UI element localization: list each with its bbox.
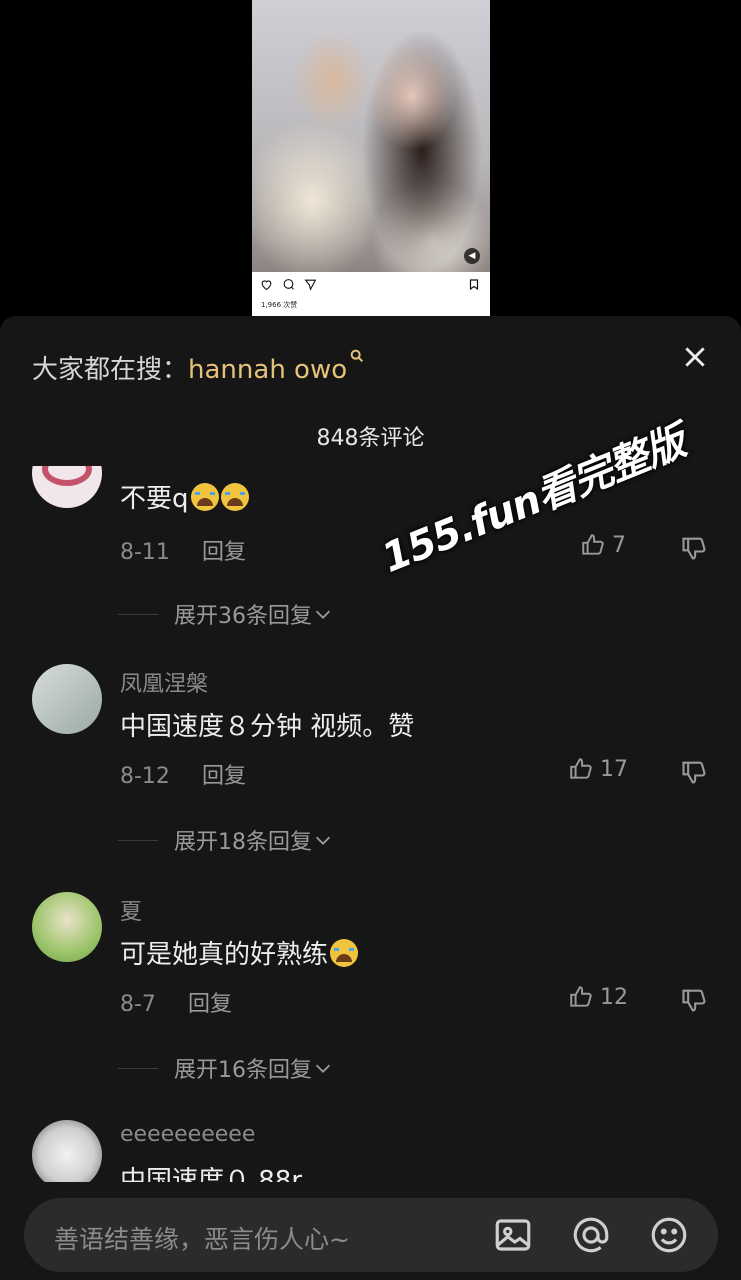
reply-button[interactable]: 回复 [202,540,246,565]
post-actions [260,278,317,291]
search-prefix: 大家都在搜： [32,355,189,385]
comment-input[interactable]: 善语结善缘，恶言伤人心~ [54,1220,350,1256]
sound-icon[interactable]: ◀ [464,248,480,264]
video-preview[interactable]: ◀ 1,966 次赞 [252,0,490,316]
comment-meta: 8-11 回复 [120,534,246,566]
comments-sheet: 大家都在搜：hannah owo 848条评论 不要q 8-11 回复 7 展开3… [0,316,741,1280]
video-frame[interactable] [252,0,490,272]
comment-date: 8-11 [120,540,170,565]
comment-username[interactable]: 凤凰涅槃 [120,666,208,698]
thumb-up-icon [570,986,592,1007]
avatar[interactable] [32,892,102,962]
like-button[interactable]: 12 [568,984,628,1010]
expand-replies[interactable]: 展开18条回复 [118,824,334,856]
comment-meta: 8-12 回复 [120,758,246,790]
bookmark-icon[interactable] [468,278,480,291]
thumb-up-icon [570,758,592,779]
chevron-down-icon [315,610,331,619]
like-count: 17 [600,756,628,782]
comment-input-bar[interactable]: 善语结善缘，恶言伤人心~ [24,1198,718,1272]
comment-text: 中国速度０.88r [120,1166,303,1182]
like-count: 12 [600,984,628,1010]
share-icon[interactable] [304,278,317,291]
comment-meta: 8-7 回复 [120,986,232,1018]
thumb-down-icon[interactable] [680,534,708,562]
avatar[interactable] [32,664,102,734]
likes-count: 1,966 次赞 [261,301,298,309]
expand-replies[interactable]: 展开36条回复 [118,598,334,630]
comment-date: 8-7 [120,992,156,1017]
comment-text: 中国速度８分钟 视频。赞 [120,712,415,742]
divider [118,839,158,841]
comment-icon[interactable] [282,278,295,291]
thumb-up-icon [582,534,604,555]
like-button[interactable]: 17 [568,756,628,782]
heart-icon[interactable] [260,278,273,291]
crying-emoji [220,483,249,511]
expand-replies[interactable]: 展开16条回复 [118,1052,334,1084]
reply-button[interactable]: 回复 [202,764,246,789]
thumb-down-icon[interactable] [680,758,708,786]
crying-emoji [330,939,359,967]
search-icon [350,349,364,363]
comment-list[interactable]: 不要q 8-11 回复 7 展开36条回复 凤凰涅槃 中国速度８分钟 视频。赞 8… [0,466,741,1182]
search-term[interactable]: hannah owo [188,355,347,385]
comment-text: 不要q [120,478,249,515]
avatar[interactable] [32,466,102,508]
like-button[interactable]: 7 [580,532,626,558]
search-suggestion[interactable]: 大家都在搜：hannah owo [32,348,365,386]
comment-username[interactable]: 夏 [120,894,142,926]
avatar[interactable] [32,1120,102,1182]
close-icon[interactable] [682,344,708,370]
divider [118,1067,158,1069]
comment-username[interactable]: eeeeeeeeee [120,1122,255,1147]
at-icon[interactable] [570,1214,612,1256]
divider [118,613,158,615]
comment-date: 8-12 [120,764,170,789]
like-count: 7 [612,532,626,558]
reply-button[interactable]: 回复 [188,992,232,1017]
image-icon[interactable] [492,1214,534,1256]
crying-emoji [190,483,219,511]
emoji-icon[interactable] [648,1214,690,1256]
chevron-down-icon [315,1064,331,1073]
comment-text: 可是她真的好熟练 [120,934,359,971]
thumb-down-icon[interactable] [680,986,708,1014]
chevron-down-icon [315,836,331,845]
